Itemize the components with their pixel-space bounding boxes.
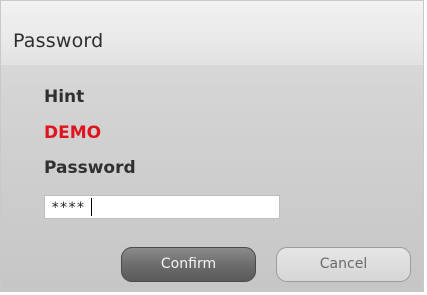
password-label: Password [44,158,136,178]
hint-value: DEMO [44,123,102,143]
password-input[interactable] [44,195,280,219]
dialog-title: Password [13,30,104,52]
text-caret [91,198,92,216]
hint-label: Hint [44,87,85,107]
cancel-button[interactable]: Cancel [276,247,411,282]
password-dialog: Password Hint DEMO Password Confirm Canc… [0,0,424,292]
confirm-button[interactable]: Confirm [121,247,256,282]
title-bar: Password [1,1,423,65]
